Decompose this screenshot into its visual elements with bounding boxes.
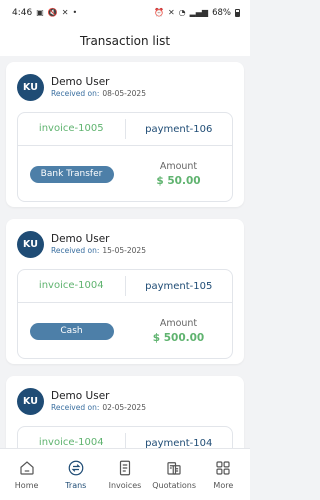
dot-icon: • [72, 8, 78, 17]
reference-row: invoice-1004 payment-104 [18, 427, 232, 448]
payment-row: Cash Amount $ 500.00 [18, 303, 232, 359]
quotation-icon [165, 459, 183, 477]
status-time: 4:46 [12, 8, 33, 18]
user-name: Demo User [51, 76, 110, 88]
invoice-icon [116, 459, 134, 477]
alarm-icon: ⏰ [153, 8, 164, 17]
invoice-id[interactable]: invoice-1005 [18, 119, 126, 139]
received-date: 08-05-2025 [102, 89, 146, 98]
status-left: 4:46 ▣ 🔇 ✕ • [12, 8, 77, 18]
battery-icon [235, 9, 240, 17]
nav-more-label: More [213, 481, 234, 490]
signal-icon: ▂▄▆ [189, 8, 209, 17]
amount-value: $ 500.00 [152, 332, 205, 344]
avatar: KU [17, 230, 44, 258]
nav-quotations-label: Quotations [152, 481, 197, 490]
received-date-line: Received on: 15-05-2025 [51, 246, 146, 255]
page-title: Transaction list [79, 34, 171, 48]
method-wrap: Bank Transfer [18, 165, 125, 183]
received-date: 02-05-2025 [102, 403, 146, 412]
method-wrap: Cash [18, 322, 125, 340]
amount-block: Amount $ 50.00 [125, 161, 232, 187]
mute-icon: ✕ [167, 8, 175, 17]
transaction-list[interactable]: KU Demo User Received on: 08-05-2025 invo… [0, 56, 250, 448]
home-icon [18, 459, 36, 477]
received-label: Received on: [51, 403, 100, 412]
invoice-id[interactable]: invoice-1004 [18, 276, 126, 296]
nav-quotations[interactable]: Quotations [151, 459, 197, 490]
avatar: KU [17, 73, 44, 101]
transaction-details: invoice-1005 payment-106 Bank Transfer A… [17, 112, 233, 202]
user-name: Demo User [51, 390, 110, 402]
user-name: Demo User [51, 233, 110, 245]
battery-percent: 68% [212, 8, 231, 18]
nav-trans[interactable]: Trans [53, 459, 99, 490]
nav-invoices[interactable]: Invoices [102, 459, 148, 490]
payment-id: payment-106 [145, 123, 213, 135]
transactions-icon [67, 459, 85, 477]
reference-row: invoice-1004 payment-105 [18, 270, 232, 303]
nav-invoices-label: Invoices [108, 481, 142, 490]
bottom-nav: Home Trans Invoices Quotations More [0, 448, 250, 500]
user-info: Demo User Received on: 15-05-2025 [51, 233, 146, 255]
transaction-card[interactable]: KU Demo User Received on: 02-05-2025 invo… [6, 376, 244, 448]
received-label: Received on: [51, 89, 100, 98]
invoice-id[interactable]: invoice-1004 [18, 433, 126, 448]
transaction-details: invoice-1004 payment-104 [17, 426, 233, 448]
user-row: KU Demo User Received on: 02-05-2025 [17, 386, 233, 416]
payment-id: payment-104 [145, 437, 213, 449]
user-row: KU Demo User Received on: 08-05-2025 [17, 72, 233, 102]
amount-block: Amount $ 500.00 [125, 318, 232, 344]
user-info: Demo User Received on: 02-05-2025 [51, 390, 146, 412]
payment-method-badge: Bank Transfer [29, 165, 114, 183]
amount-value: $ 50.00 [156, 175, 201, 187]
nav-home[interactable]: Home [4, 459, 50, 490]
received-date-line: Received on: 08-05-2025 [51, 89, 146, 98]
received-date-line: Received on: 02-05-2025 [51, 403, 146, 412]
payment-row: Bank Transfer Amount $ 50.00 [18, 146, 232, 202]
reference-row: invoice-1005 payment-106 [18, 113, 232, 146]
nav-more[interactable]: More [200, 459, 246, 490]
transaction-details: invoice-1004 payment-105 Cash Amount $ 5… [17, 269, 233, 359]
user-info: Demo User Received on: 08-05-2025 [51, 76, 146, 98]
wifi-icon: ◔ [178, 8, 186, 17]
mute-icon: 🔇 [47, 8, 58, 17]
amount-label: Amount [159, 161, 198, 172]
status-right: ⏰ ✕ ◔ ▂▄▆ 68% [154, 8, 240, 18]
page-header: Transaction list [0, 26, 250, 56]
gallery-icon: ▣ [36, 8, 44, 17]
received-date: 15-05-2025 [102, 246, 146, 255]
transaction-card[interactable]: KU Demo User Received on: 15-05-2025 invo… [6, 219, 244, 364]
received-label: Received on: [51, 246, 100, 255]
grid-icon [214, 459, 232, 477]
payment-method-badge: Cash [29, 322, 114, 340]
nav-trans-label: Trans [65, 481, 87, 490]
user-row: KU Demo User Received on: 15-05-2025 [17, 229, 233, 259]
nav-home-label: Home [14, 481, 39, 490]
transaction-card[interactable]: KU Demo User Received on: 08-05-2025 invo… [6, 62, 244, 207]
payment-id: payment-105 [145, 280, 213, 292]
no-signal-icon: ✕ [61, 8, 69, 17]
avatar: KU [17, 387, 44, 415]
status-bar: 4:46 ▣ 🔇 ✕ • ⏰ ✕ ◔ ▂▄▆ 68% [0, 0, 250, 26]
amount-label: Amount [159, 318, 198, 329]
